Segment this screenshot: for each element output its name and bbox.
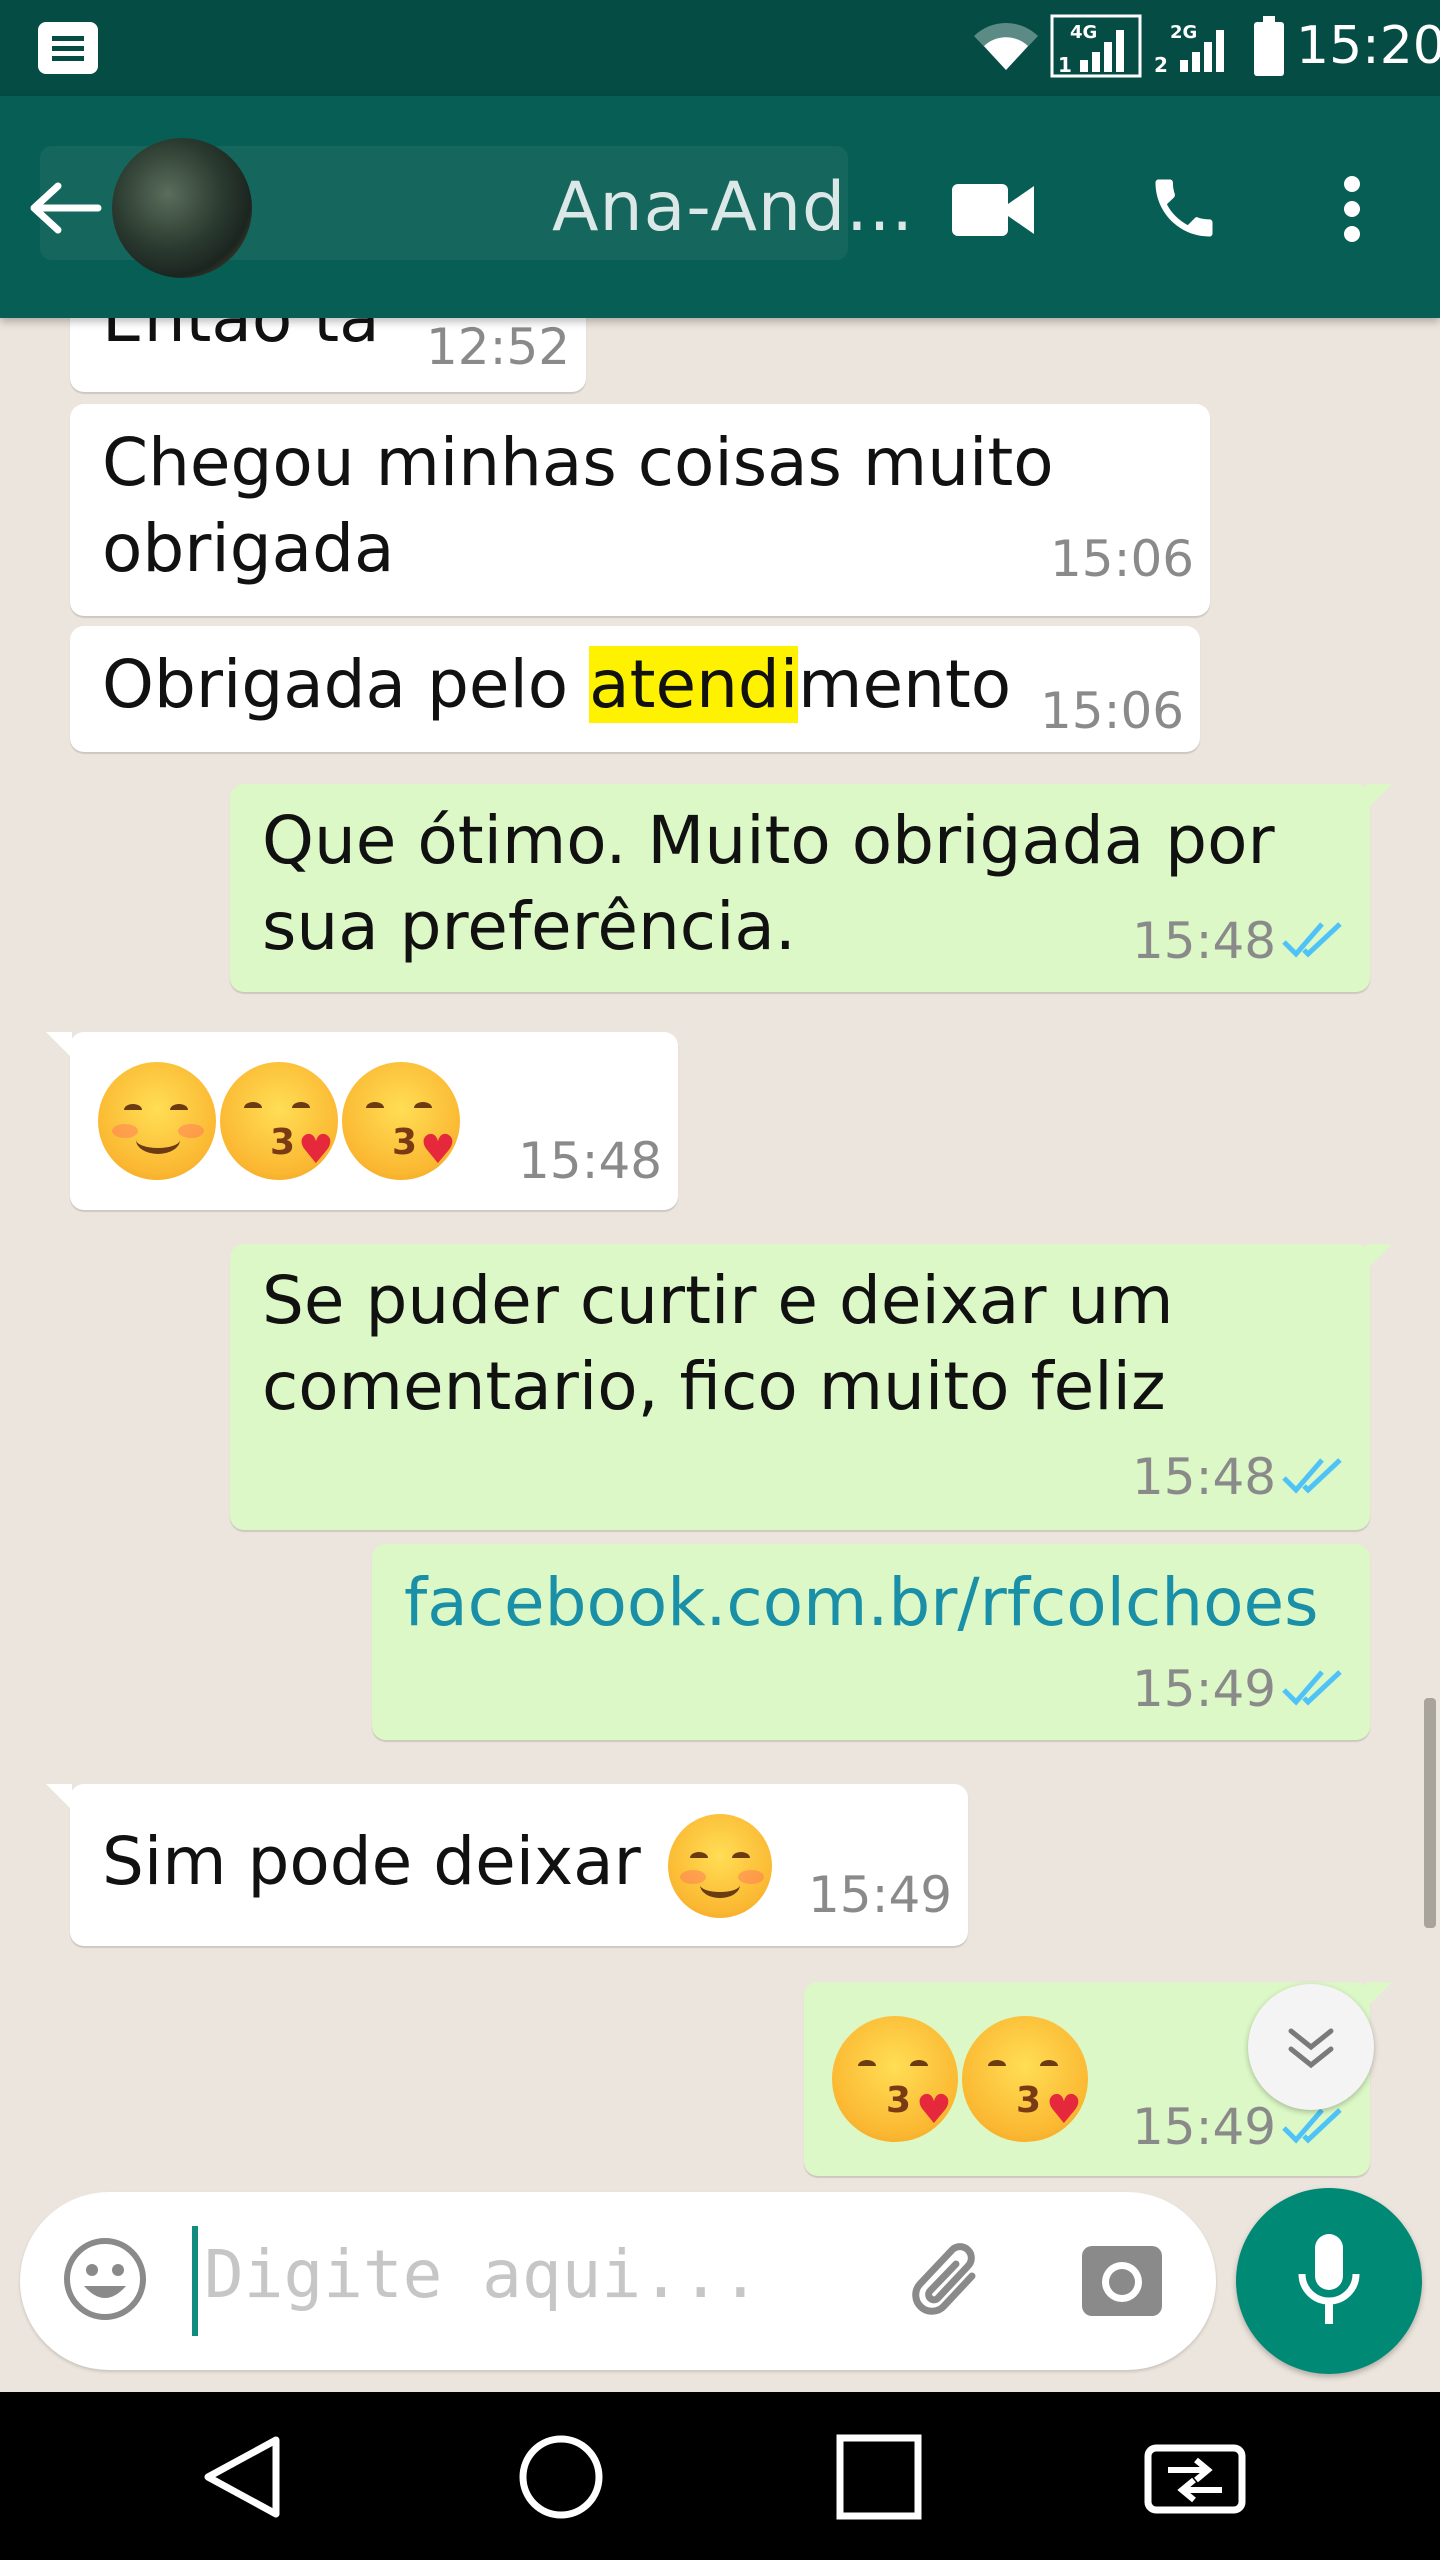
message-incoming[interactable]: Então tá 12:52 — [70, 318, 586, 392]
message-link[interactable]: facebook.com.br/rfcolchoes — [404, 1560, 1319, 1646]
message-text-line: Chegou minhas coisas muito — [102, 424, 1054, 501]
status-bar: 4G 1 2G 2 15:20 — [0, 0, 1440, 96]
double-check-read-icon — [1282, 922, 1342, 958]
message-composer[interactable]: Digite aqui... — [20, 2192, 1216, 2370]
back-triangle-icon[interactable] — [200, 2432, 290, 2522]
message-incoming[interactable]: Chegou minhas coisas muito obrigada 15:0… — [70, 404, 1210, 616]
message-text-line: Que ótimo. Muito obrigada por — [262, 802, 1275, 879]
network-type-2g: 2G — [1170, 22, 1197, 43]
notification-icon — [38, 22, 98, 74]
message-text-part: mento — [798, 646, 1012, 723]
camera-icon[interactable] — [1080, 2240, 1164, 2320]
arrow-left-icon[interactable] — [24, 178, 104, 238]
chevron-double-down-icon — [1288, 2028, 1334, 2069]
message-time: 15:49 — [808, 1866, 953, 1924]
message-text: Sim pode deixar — [102, 1814, 776, 1918]
message-incoming[interactable]: 3 ♥ 3 ♥ 15:48 — [46, 1032, 678, 1210]
clock: 15:20 — [1296, 16, 1440, 76]
message-outgoing[interactable]: Que ótimo. Muito obrigada por sua prefer… — [230, 784, 1392, 992]
double-check-read-icon — [1282, 1458, 1342, 1494]
message-outgoing[interactable]: Se puder curtir e deixar um comentario, … — [230, 1244, 1392, 1530]
message-text-line: comentario, fico muito feliz — [262, 1348, 1166, 1425]
message-text-line: obrigada — [102, 510, 395, 587]
message-time: 15:49 — [1132, 1660, 1277, 1718]
message-text-line: sua preferência. — [262, 888, 796, 965]
battery-icon — [1254, 16, 1284, 76]
emoji-row: 3 ♥ 3 ♥ — [832, 2016, 1092, 2142]
message-input[interactable]: Digite aqui... — [204, 2236, 760, 2313]
home-circle-icon[interactable] — [516, 2432, 606, 2522]
message-time: 15:48 — [518, 1132, 663, 1190]
recents-square-icon[interactable] — [834, 2432, 924, 2522]
phone-icon[interactable] — [1146, 170, 1222, 246]
signal-sim2-icon: 2G 2 — [1154, 22, 1224, 77]
message-time: 15:06 — [1040, 682, 1185, 740]
message-time: 15:06 — [1050, 530, 1195, 588]
sim-switch-icon[interactable] — [1140, 2432, 1250, 2522]
system-navigation-bar — [0, 2392, 1440, 2560]
kiss-heart-emoji-icon: 3 ♥ — [220, 1062, 338, 1180]
message-outgoing[interactable]: facebook.com.br/rfcolchoes 15:49 — [372, 1544, 1370, 1740]
emoji-row: 3 ♥ 3 ♥ — [98, 1062, 464, 1180]
more-vert-icon[interactable] — [1334, 174, 1370, 244]
microphone-icon — [1298, 2234, 1360, 2324]
double-check-read-icon — [1282, 2108, 1342, 2144]
network-type-4g: 4G — [1070, 22, 1097, 43]
double-check-read-icon — [1282, 1670, 1342, 1706]
message-list[interactable]: Então tá 12:52 Chegou minhas coisas muit… — [0, 318, 1440, 2192]
message-text-part: Sim pode deixar — [102, 1823, 641, 1901]
signal-sim1-icon: 4G 1 — [1050, 14, 1142, 78]
message-incoming[interactable]: Obrigada pelo atendimento 15:06 — [70, 626, 1200, 752]
message-text: Obrigada pelo atendimento — [102, 642, 1011, 728]
message-text-line: Se puder curtir e deixar um — [262, 1262, 1174, 1339]
message-time: 15:48 — [1132, 1448, 1277, 1506]
message-time: 15:48 — [1132, 912, 1277, 970]
message-time: 15:49 — [1132, 2098, 1277, 2156]
kiss-heart-emoji-icon: 3 ♥ — [832, 2016, 958, 2142]
scroll-to-bottom-button[interactable] — [1248, 1984, 1374, 2110]
svg-text:2: 2 — [1154, 53, 1168, 77]
contact-name[interactable]: Ana-And... — [552, 168, 914, 247]
smirk-emoji-icon — [667, 1814, 772, 1918]
message-text-part: Obrigada pelo — [102, 646, 590, 723]
message-incoming[interactable]: Sim pode deixar 15:49 — [46, 1784, 968, 1946]
kiss-heart-emoji-icon: 3 ♥ — [962, 2016, 1088, 2142]
video-call-icon[interactable] — [950, 178, 1036, 242]
wifi-icon — [974, 23, 1038, 70]
text-cursor — [192, 2226, 198, 2336]
search-highlight: atendi — [589, 646, 799, 723]
smirk-emoji-icon — [98, 1062, 216, 1180]
kiss-heart-emoji-icon: 3 ♥ — [342, 1062, 460, 1180]
message-time: 12:52 — [426, 318, 571, 376]
smiley-icon[interactable] — [60, 2234, 150, 2324]
voice-message-button[interactable] — [1236, 2188, 1422, 2374]
paperclip-icon[interactable] — [902, 2236, 998, 2332]
scrollbar[interactable] — [1424, 1698, 1436, 1928]
message-text: Então tá — [102, 318, 380, 357]
svg-text:1: 1 — [1058, 53, 1072, 77]
contact-avatar[interactable] — [112, 138, 252, 278]
